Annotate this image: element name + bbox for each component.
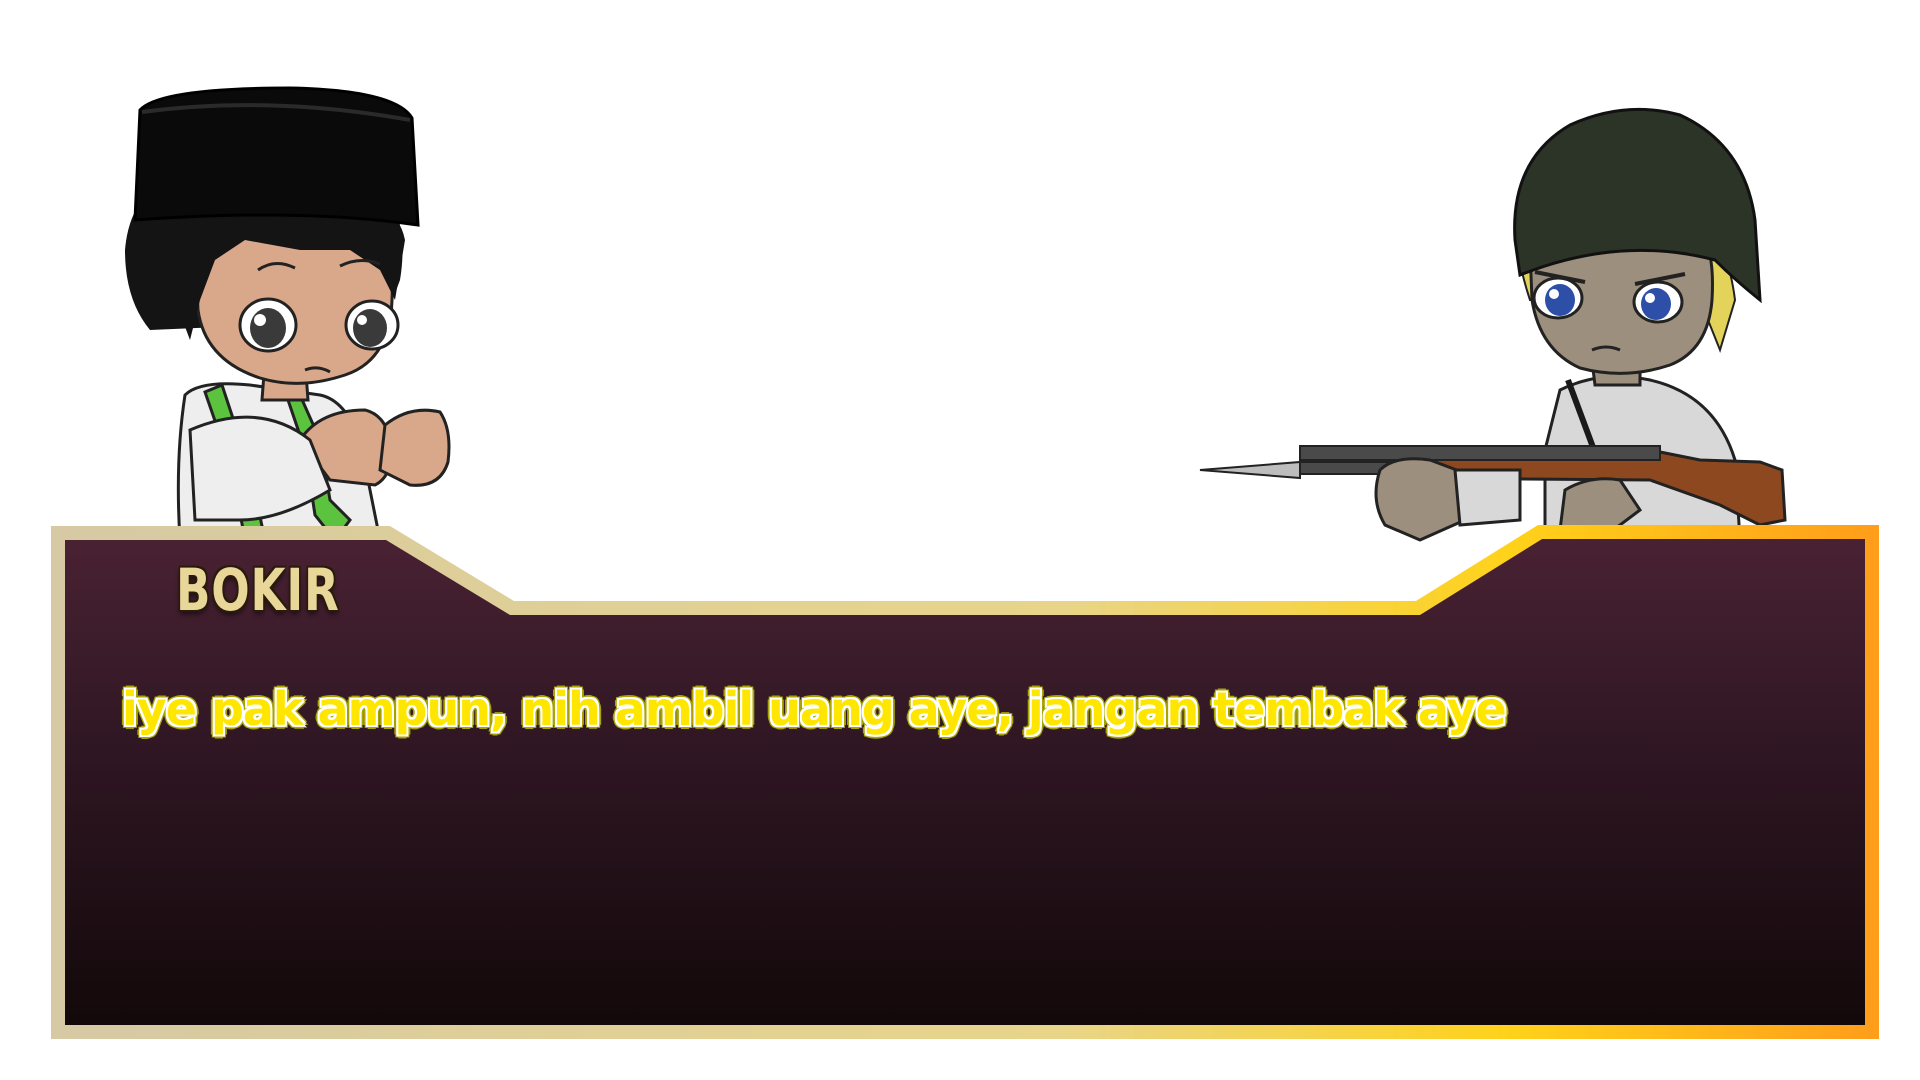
dialogue-text[interactable]: iye pak ampun, nih ambil uang aye, janga… <box>122 682 1507 736</box>
game-scene: BOKIR iye pak ampun, nih ambil uang aye,… <box>0 0 1920 1080</box>
dialogue-box <box>51 525 1879 1039</box>
speaker-name: BOKIR <box>176 556 340 624</box>
